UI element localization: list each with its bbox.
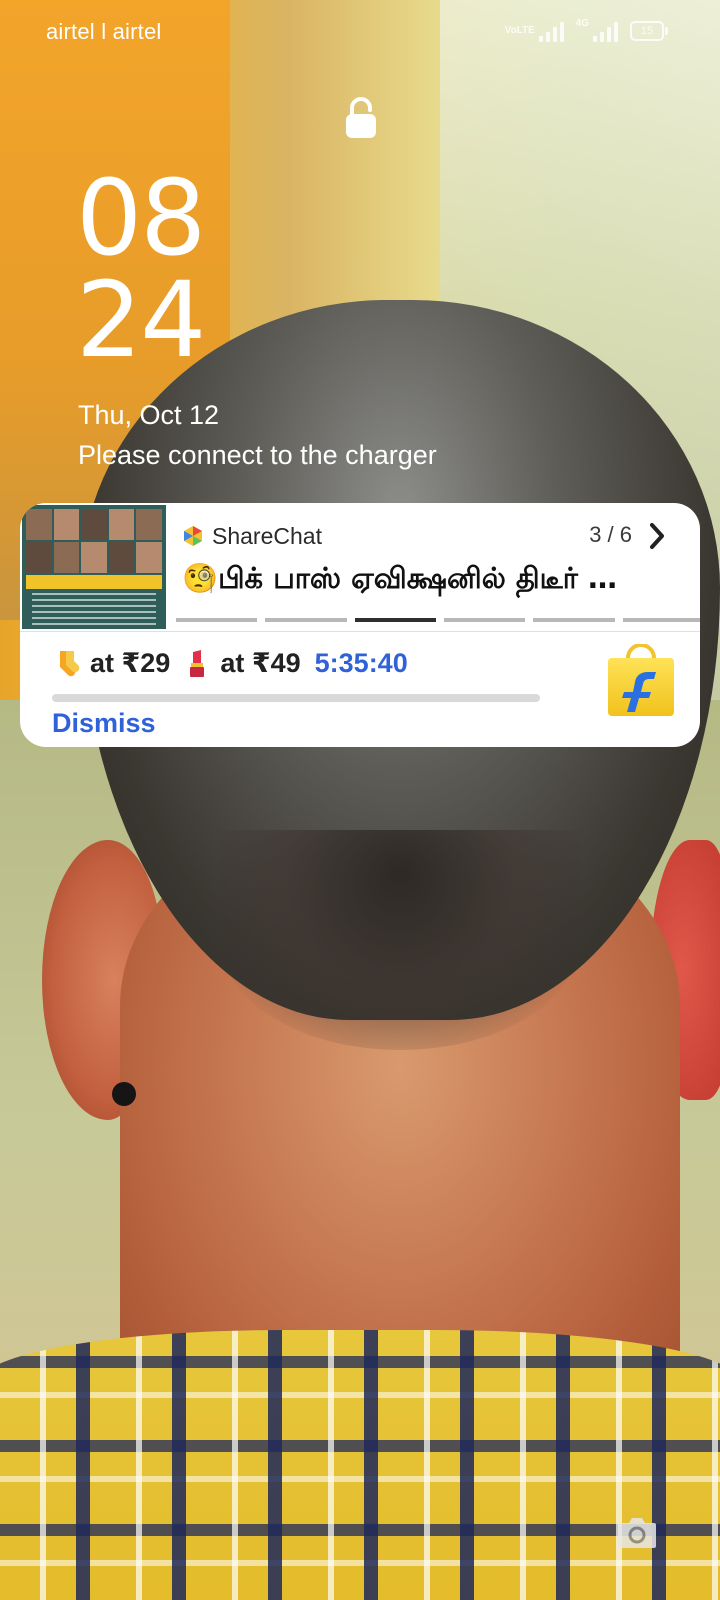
signal-strength-icon [538, 20, 564, 42]
status-icons: VoLTE 4G 15 [504, 17, 668, 42]
sharechat-notification[interactable]: ShareChat 3 / 6 🧐பிக் பாஸ் ஏவிக்ஷனில் தி… [20, 503, 700, 631]
sharechat-progress [176, 618, 700, 622]
wallpaper-earring [112, 1082, 136, 1106]
clock-hours: 08 [76, 157, 206, 279]
progress-segment [443, 618, 526, 622]
progress-segment [533, 618, 615, 622]
wallpaper-hair-fade [220, 830, 580, 1050]
sharechat-logo-icon [184, 526, 202, 546]
wallpaper-shirt-collar [0, 1330, 720, 1600]
notification-card[interactable]: ShareChat 3 / 6 🧐பிக் பாஸ் ஏவிக்ஷனில் தி… [20, 503, 700, 747]
lock-icon[interactable] [343, 96, 379, 140]
socks-icon [60, 650, 80, 676]
camera-shortcut-icon[interactable] [616, 1514, 658, 1550]
chevron-right-icon[interactable] [644, 519, 670, 553]
sharechat-title[interactable]: 🧐பிக் பாஸ் ஏவிக்ஷனில் திடீர் … [182, 561, 692, 601]
flipkart-logo-icon [608, 644, 674, 716]
flipkart-notification[interactable]: at ₹29 at ₹49 5:35:40 Dismiss [20, 632, 700, 747]
carrier-label: airtel l airtel [46, 19, 162, 44]
sharechat-thumbnail [22, 505, 166, 629]
offer-countdown: 5:35:40 [314, 648, 408, 678]
countdown-bar [52, 694, 540, 702]
charger-message: Please connect to the charger [78, 440, 437, 470]
sharechat-header: ShareChat 3 / 6 [162, 519, 682, 553]
progress-segment [265, 618, 347, 622]
signal-strength-icon-2 [593, 20, 618, 42]
progress-segment [622, 618, 700, 622]
clock-minutes: 24 [76, 259, 206, 381]
date-label: Thu, Oct 12 [78, 400, 220, 430]
progress-segment [176, 618, 258, 622]
battery-icon: 15 [630, 21, 668, 41]
network-type-icon: 4G [575, 17, 589, 29]
sharechat-counter: 3 / 6 [589, 522, 632, 547]
dismiss-button[interactable]: Dismiss [52, 708, 156, 739]
volte-icon: VoLTE [504, 25, 535, 36]
socks-price: at ₹29 [90, 648, 171, 678]
lipstick-icon [190, 649, 205, 677]
sharechat-app-name: ShareChat [212, 522, 322, 549]
status-bar: airtel l airtel VoLTE 4G 15 [0, 0, 720, 64]
progress-segment [354, 618, 436, 622]
flipkart-offer: at ₹29 at ₹49 5:35:40 [52, 648, 408, 679]
lipstick-price: at ₹49 [220, 648, 301, 678]
